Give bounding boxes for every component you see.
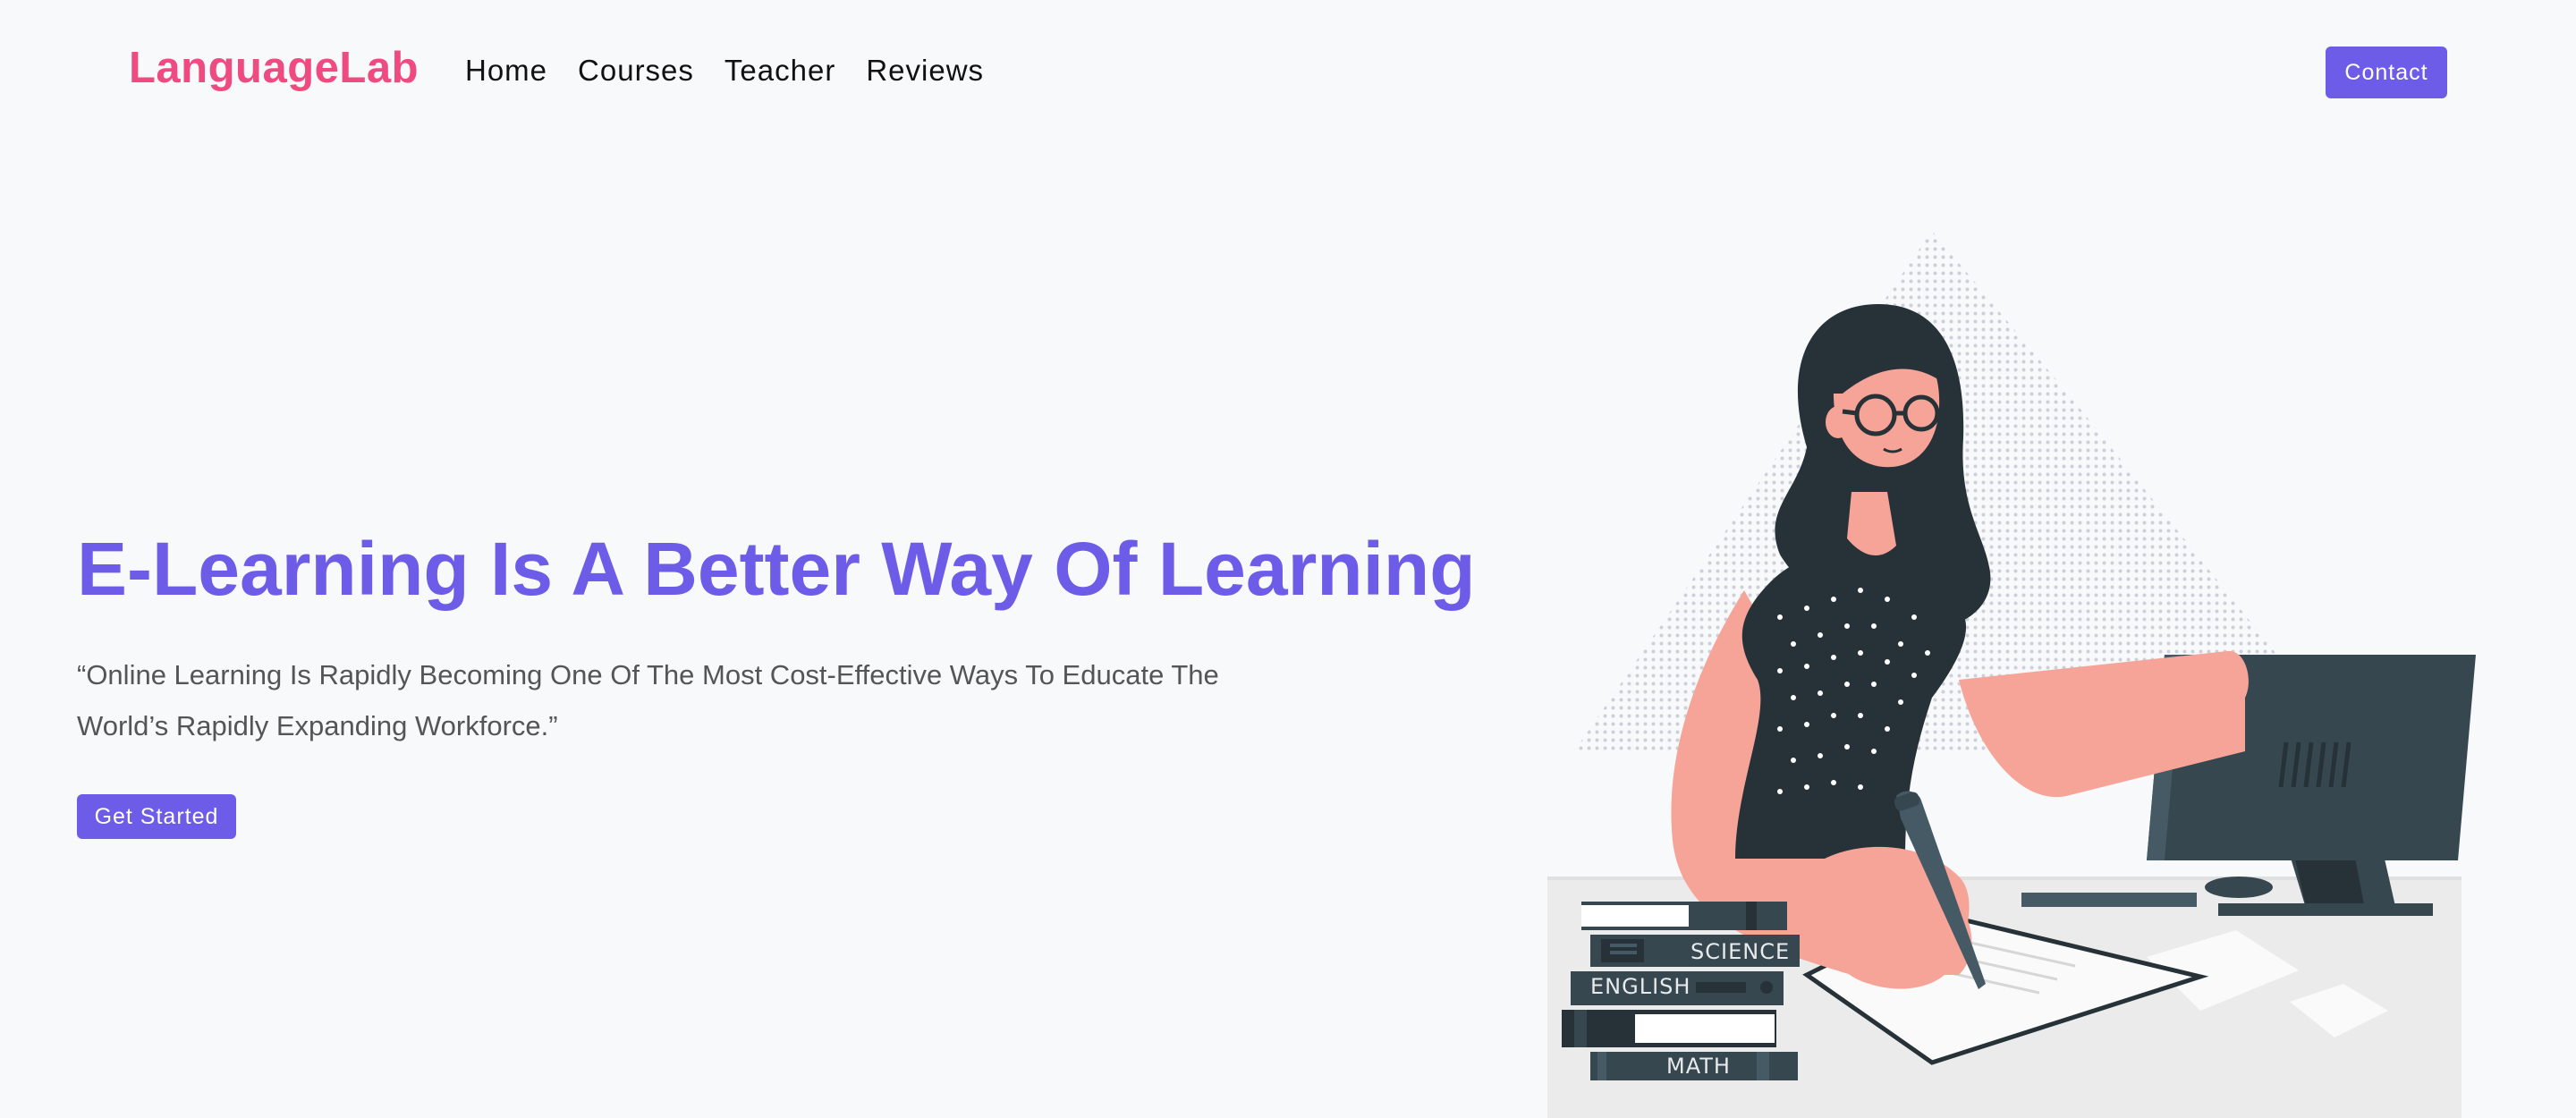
nav-teacher[interactable]: Teacher (724, 54, 835, 88)
hero-title: E-Learning Is A Better Way Of Learning (77, 527, 1476, 611)
nav-courses[interactable]: Courses (578, 54, 694, 88)
hero-illustration: SCIENCE ENGLISH MATH (1538, 215, 2487, 1118)
book-label-english: ENGLISH (1590, 974, 1690, 999)
nav-home[interactable]: Home (465, 54, 547, 88)
nav-reviews[interactable]: Reviews (866, 54, 984, 88)
neck (1847, 492, 1896, 556)
get-started-button[interactable]: Get Started (77, 794, 236, 839)
main-nav: Home Courses Teacher Reviews (465, 54, 984, 88)
hero-description: “Online Learning Is Rapidly Becoming One… (77, 659, 1219, 741)
contact-button[interactable]: Contact (2326, 47, 2447, 98)
site-logo[interactable]: LanguageLab (129, 43, 419, 93)
book-label-math: MATH (1666, 1054, 1731, 1079)
book-label-science: SCIENCE (1690, 939, 1790, 964)
landing-page: LanguageLab Home Courses Teacher Reviews… (0, 0, 2576, 1118)
mouse (2205, 877, 2273, 898)
site-header: LanguageLab Home Courses Teacher Reviews… (0, 0, 2576, 143)
woman-at-computer-illustration: SCIENCE ENGLISH MATH (1547, 231, 2476, 1118)
keyboard (2021, 893, 2197, 907)
